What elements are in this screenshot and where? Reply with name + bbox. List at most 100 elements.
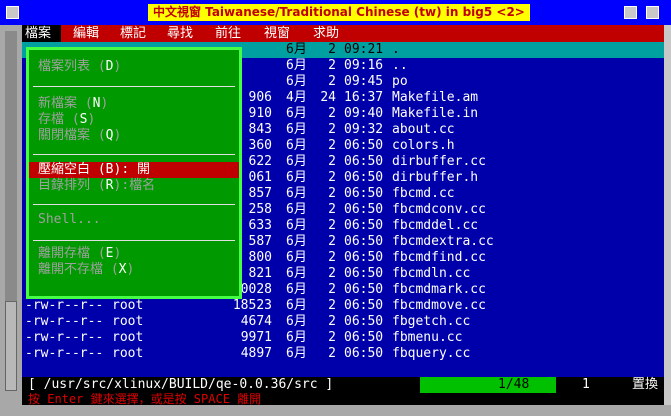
file-name: about.cc — [392, 122, 455, 137]
file-name: fbcmdln.cc — [392, 266, 471, 281]
file-name: fbcmdconv.cc — [392, 202, 486, 217]
file-month: 6月 — [286, 250, 307, 265]
file-time: 09:32 — [344, 122, 384, 137]
file-time: 06:50 — [344, 218, 384, 233]
menu-item-exit-nosave[interactable]: 離開不存檔 (X) — [38, 262, 134, 278]
file-name: fbcmdmark.cc — [392, 282, 486, 297]
file-name: po — [392, 74, 408, 89]
menu-item-close-file[interactable]: 關閉檔案 (Q) — [38, 128, 121, 144]
file-owner: root — [112, 314, 144, 329]
menu-mark[interactable]: 標記 — [120, 25, 146, 42]
file-name: fbcmd.cc — [392, 186, 455, 201]
menu-item-compress-blank[interactable]: 壓縮空白 (B): 開 — [29, 162, 239, 178]
file-month: 6月 — [286, 106, 307, 121]
file-time: 06:50 — [344, 282, 384, 297]
file-month: 6月 — [286, 122, 307, 137]
file-row[interactable]: -rw-r--r-- root 4897 6月 2 06:50 fbquery.cc — [22, 346, 664, 362]
file-day: 2 — [328, 218, 336, 233]
file-day: 2 — [328, 170, 336, 185]
file-month: 6月 — [286, 282, 307, 297]
menu-item-shell[interactable]: Shell... — [38, 212, 101, 228]
menu-goto[interactable]: 前往 — [215, 25, 241, 42]
hint-text: 按 Enter 鍵來選擇，或是按 SPACE 離開 — [28, 393, 262, 405]
file-day: 2 — [328, 42, 336, 57]
file-month: 6月 — [286, 346, 307, 361]
file-day: 2 — [328, 202, 336, 217]
file-day: 2 — [328, 106, 336, 121]
file-day: 2 — [328, 298, 336, 313]
menu-separator — [33, 86, 235, 87]
minimize-icon[interactable] — [624, 6, 637, 19]
file-month: 6月 — [286, 314, 307, 329]
file-month: 6月 — [286, 58, 307, 73]
menu-window[interactable]: 視窗 — [264, 25, 290, 42]
file-name: fbcmdmove.cc — [392, 298, 486, 313]
menu-separator — [33, 204, 235, 205]
column-position: 1 — [582, 377, 590, 392]
menu-item-exit-save[interactable]: 離開存檔 (E) — [38, 246, 121, 262]
file-time: 06:50 — [344, 202, 384, 217]
file-size: 4897 — [240, 346, 272, 361]
menu-help[interactable]: 求助 — [313, 25, 339, 42]
position-indicator: 1/48 — [420, 377, 556, 393]
status-line: [ /usr/src/xlinux/BUILD/qe-0.0.36/src ] … — [22, 377, 664, 393]
file-month: 4月 — [286, 90, 307, 105]
menu-item-dir-sort[interactable]: 目錄排列 (R):檔名 — [38, 178, 155, 194]
file-time: 06:50 — [344, 298, 384, 313]
file-owner: root — [112, 298, 144, 313]
file-size: 9971 — [240, 330, 272, 345]
file-month: 6月 — [286, 186, 307, 201]
file-row[interactable]: -rw-r--r-- root 4674 6月 2 06:50 fbgetch.cc — [22, 314, 664, 330]
file-day: 2 — [328, 314, 336, 329]
current-path: [ /usr/src/xlinux/BUILD/qe-0.0.36/src ] — [28, 377, 334, 392]
file-name: fbgetch.cc — [392, 314, 471, 329]
file-time: 06:50 — [344, 154, 384, 169]
file-time: 06:50 — [344, 346, 384, 361]
menu-item-file-list[interactable]: 檔案列表 (D) — [38, 59, 121, 75]
file-name: . — [392, 42, 400, 57]
file-row[interactable]: -rw-r--r-- root 9971 6月 2 06:50 fbmenu.cc — [22, 330, 664, 346]
file-time: 09:21 — [344, 42, 384, 57]
file-time: 06:50 — [344, 186, 384, 201]
file-row[interactable]: -rw-r--r-- root 18523 6月 2 06:50 fbcmdmove.cc — [22, 298, 664, 314]
file-time: 09:40 — [344, 106, 384, 121]
title-bar[interactable]: 中文視窗 Taiwanese/Traditional Chinese (tw) … — [0, 0, 671, 25]
file-month: 6月 — [286, 170, 307, 185]
file-month: 6月 — [286, 74, 307, 89]
file-perm: -rw-r--r-- — [25, 346, 104, 361]
file-time: 06:50 — [344, 170, 384, 185]
file-day: 2 — [328, 186, 336, 201]
file-day: 2 — [328, 330, 336, 345]
file-name: fbcmdextra.cc — [392, 234, 494, 249]
file-menu-dropdown: 檔案列表 (D) 新檔案 (N) 存檔 (S) 關閉檔案 (Q) 壓縮空白 (B… — [26, 47, 242, 299]
file-day: 2 — [328, 58, 336, 73]
file-day: 2 — [328, 266, 336, 281]
file-month: 6月 — [286, 266, 307, 281]
menu-edit[interactable]: 編輯 — [73, 25, 99, 42]
scrollbar-thumb[interactable] — [5, 301, 17, 391]
file-name: fbcmddel.cc — [392, 218, 479, 233]
file-name: fbcmdfind.cc — [392, 250, 486, 265]
file-month: 6月 — [286, 202, 307, 217]
file-day: 2 — [328, 234, 336, 249]
menu-find[interactable]: 尋找 — [167, 25, 193, 42]
file-time: 06:50 — [344, 250, 384, 265]
file-time: 09:16 — [344, 58, 384, 73]
file-time: 16:37 — [344, 90, 384, 105]
menu-item-save[interactable]: 存檔 (S) — [38, 112, 95, 128]
file-perm: -rw-r--r-- — [25, 330, 104, 345]
file-name: Makefile.am — [392, 90, 479, 105]
file-time: 06:50 — [344, 266, 384, 281]
file-day: 2 — [328, 250, 336, 265]
scrollbar[interactable] — [0, 25, 22, 405]
terminal[interactable]: 檔案 編輯 標記 尋找 前往 視窗 求助 6月 2 09:21. 6月 2 09:16..… — [22, 25, 664, 405]
file-name: Makefile.in — [392, 106, 479, 121]
maximize-icon[interactable] — [646, 6, 659, 19]
file-time: 06:50 — [344, 330, 384, 345]
close-icon[interactable] — [6, 6, 19, 19]
menu-file[interactable]: 檔案 — [22, 25, 61, 42]
menu-separator — [33, 154, 235, 155]
menu-item-new-file[interactable]: 新檔案 (N) — [38, 96, 108, 112]
window-bottom-border — [0, 405, 671, 416]
file-month: 6月 — [286, 330, 307, 345]
